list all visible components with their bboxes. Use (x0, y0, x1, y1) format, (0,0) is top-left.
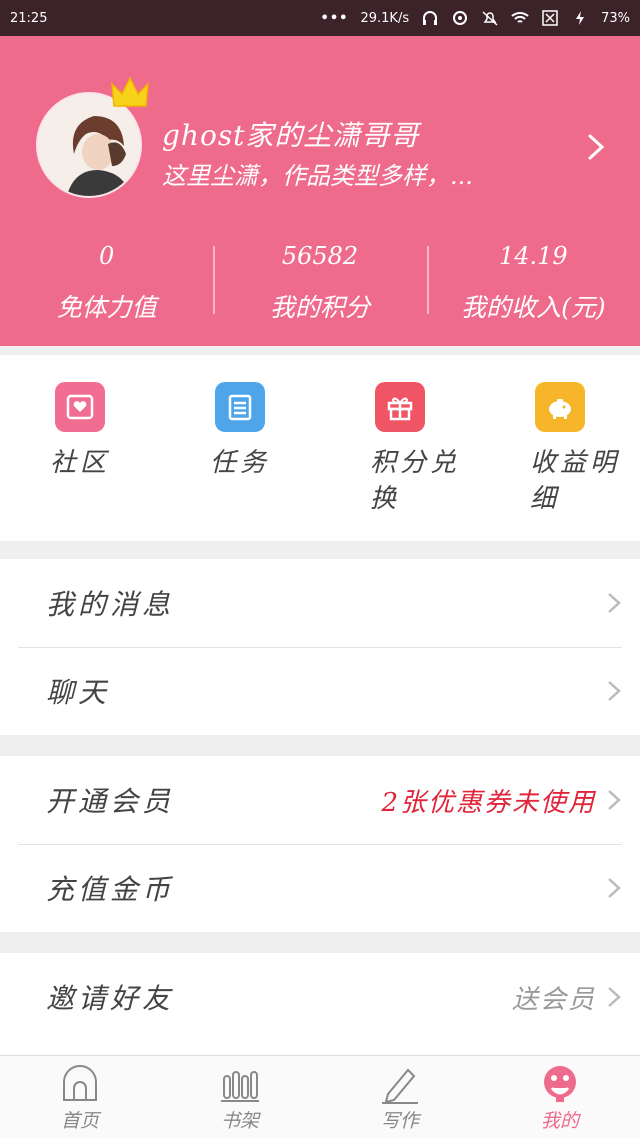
status-time: 21:25 (10, 10, 48, 26)
stat-value: 0 (99, 242, 115, 270)
menu-group-payment: 开通会员 2张优惠券未使用 充值金币 (0, 756, 640, 932)
stat-label: 免体力值 (56, 293, 157, 322)
stat-points[interactable]: 56582 我的积分 (213, 236, 426, 326)
stat-label: 我的积分 (269, 293, 370, 322)
home-icon (63, 1065, 97, 1101)
stat-stamina[interactable]: 0 免体力值 (0, 236, 213, 326)
nav-label: 首页 (60, 1110, 99, 1132)
chevron-right-icon (608, 681, 621, 701)
stat-label: 我的收入(元) (461, 293, 606, 322)
more-dots-icon: ••• (320, 10, 349, 26)
chevron-right-icon (608, 790, 621, 810)
status-bar: 21:25 ••• 29.1K/s 73% (0, 0, 640, 36)
menu-group-social: 我的消息 聊天 (0, 559, 640, 735)
charging-icon (576, 11, 585, 25)
task-icon (215, 382, 265, 432)
chevron-right-icon[interactable] (584, 132, 608, 162)
quick-action-label: 收益明细 (530, 448, 621, 514)
chevron-right-icon (608, 878, 621, 898)
nav-label: 我的 (540, 1110, 579, 1132)
wifi-icon (511, 12, 529, 23)
invite-reward: 送会员 (511, 984, 596, 1015)
sim-icon (542, 10, 558, 26)
headphones-icon (423, 11, 438, 25)
hotspot-icon (453, 11, 468, 25)
chevron-right-icon (608, 987, 621, 1007)
chevron-right-icon (608, 593, 621, 613)
quick-action-earnings[interactable]: 收益明细 (480, 355, 640, 541)
mute-icon (482, 11, 498, 26)
nav-write[interactable]: 写作 (320, 1056, 480, 1138)
gift-icon (375, 382, 425, 432)
piggy-bank-icon (535, 382, 585, 432)
quick-action-task[interactable]: 任务 (160, 355, 320, 541)
menu-item-chat[interactable]: 聊天 (0, 647, 640, 735)
user-stats: 0 免体力值 56582 我的积分 14.19 我的收入(元) (0, 236, 640, 326)
bottom-nav: 首页 书架 写作 我的 (0, 1055, 640, 1138)
status-icons: ••• 29.1K/s 73% (321, 10, 630, 26)
quick-action-label: 社区 (50, 448, 111, 478)
menu-item-messages[interactable]: 我的消息 (0, 559, 640, 647)
nav-home[interactable]: 首页 (0, 1056, 160, 1138)
quick-action-community[interactable]: 社区 (0, 355, 160, 541)
menu-item-label: 充值金币 (46, 873, 175, 906)
coupon-notice: 2张优惠券未使用 (381, 787, 596, 818)
menu-item-label: 邀请好友 (46, 982, 175, 1015)
menu-item-label: 聊天 (46, 676, 111, 709)
quick-action-points-exchange[interactable]: 积分兑换 (320, 355, 480, 541)
nav-bookshelf[interactable]: 书架 (160, 1056, 320, 1138)
quick-action-label: 积分兑换 (370, 448, 461, 514)
user-bio: 这里尘潇，作品类型多样，... (162, 162, 473, 190)
quick-actions: 社区 任务 积分兑换 收益明细 (0, 355, 640, 541)
profile-header[interactable]: ghost家的尘潇哥哥 这里尘潇，作品类型多样，... 0 免体力值 56582… (0, 36, 640, 346)
menu-item-invite[interactable]: 邀请好友 送会员 (0, 953, 640, 1041)
menu-group-invite: 邀请好友 送会员 (0, 953, 640, 1055)
menu-item-vip[interactable]: 开通会员 2张优惠券未使用 (0, 756, 640, 844)
pencil-icon (382, 1068, 418, 1104)
stat-value: 56582 (281, 242, 359, 270)
stat-income[interactable]: 14.19 我的收入(元) (426, 236, 640, 326)
menu-item-label: 我的消息 (46, 588, 175, 621)
quick-action-label: 任务 (210, 448, 271, 478)
username: ghost家的尘潇哥哥 (162, 119, 420, 152)
bookshelf-icon (221, 1071, 259, 1102)
menu-item-recharge[interactable]: 充值金币 (0, 844, 640, 932)
crown-icon (111, 76, 149, 107)
profile-icon (544, 1066, 576, 1102)
network-speed: 29.1K/s (360, 10, 410, 26)
nav-label: 写作 (380, 1110, 419, 1132)
nav-profile[interactable]: 我的 (480, 1056, 640, 1138)
stat-value: 14.19 (498, 242, 568, 270)
community-icon (55, 382, 105, 432)
nav-label: 书架 (220, 1110, 259, 1132)
battery-level: 73% (601, 10, 630, 26)
menu-item-label: 开通会员 (46, 785, 175, 818)
